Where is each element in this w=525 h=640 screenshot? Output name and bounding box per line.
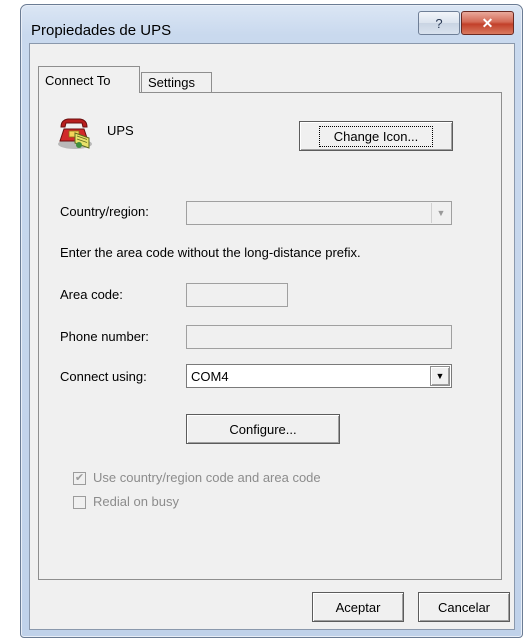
redial-on-busy-label: Redial on busy: [93, 494, 179, 509]
dialog-body: Connect To Settings UPS Change Icon... C…: [29, 43, 515, 630]
connection-name: UPS: [107, 123, 134, 138]
phone-number-input[interactable]: [186, 325, 452, 349]
change-icon-button[interactable]: Change Icon...: [299, 121, 453, 151]
tab-connect-to[interactable]: Connect To: [38, 66, 140, 93]
area-code-label: Area code:: [60, 287, 123, 302]
dialog-window: Propiedades de UPS ? ✕ Connect To Settin…: [20, 4, 523, 638]
tab-connect-to-label: Connect To: [45, 72, 111, 88]
close-icon: ✕: [481, 14, 494, 31]
close-button[interactable]: ✕: [461, 11, 514, 35]
configure-button[interactable]: Configure...: [186, 414, 340, 444]
help-icon: ?: [435, 15, 443, 31]
connect-to-panel: UPS Change Icon... Country/region: ▼ Ent…: [38, 92, 502, 580]
area-code-input[interactable]: [186, 283, 288, 307]
tab-settings-label: Settings: [148, 75, 195, 90]
window-title: Propiedades de UPS: [31, 22, 172, 39]
configure-label: Configure...: [229, 421, 297, 437]
help-button[interactable]: ?: [418, 11, 460, 35]
area-code-hint: Enter the area code without the long-dis…: [60, 245, 361, 260]
country-region-label: Country/region:: [60, 204, 149, 219]
country-region-select[interactable]: ▼: [186, 201, 452, 225]
connect-using-select[interactable]: COM4 ▼: [186, 364, 452, 388]
use-country-code-label: Use country/region code and area code: [93, 470, 321, 485]
connect-using-label: Connect using:: [60, 369, 147, 384]
check-icon: ✔: [74, 472, 85, 484]
telephone-icon: [55, 111, 95, 151]
tab-settings[interactable]: Settings: [141, 72, 212, 92]
chevron-down-icon: ▼: [431, 203, 450, 223]
cancel-label: Cancelar: [437, 599, 491, 615]
use-country-code-checkbox[interactable]: ✔: [73, 472, 86, 485]
redial-on-busy-checkbox[interactable]: [73, 496, 86, 509]
phone-number-label: Phone number:: [60, 329, 149, 344]
chevron-down-icon[interactable]: ▼: [430, 366, 450, 386]
country-region-label-text: Country/region:: [60, 204, 149, 219]
cancel-button[interactable]: Cancelar: [418, 592, 510, 622]
connect-using-value: COM4: [191, 369, 229, 384]
change-icon-label: Change Icon...: [318, 125, 434, 147]
ok-label: Aceptar: [335, 599, 381, 615]
ok-button[interactable]: Aceptar: [312, 592, 404, 622]
